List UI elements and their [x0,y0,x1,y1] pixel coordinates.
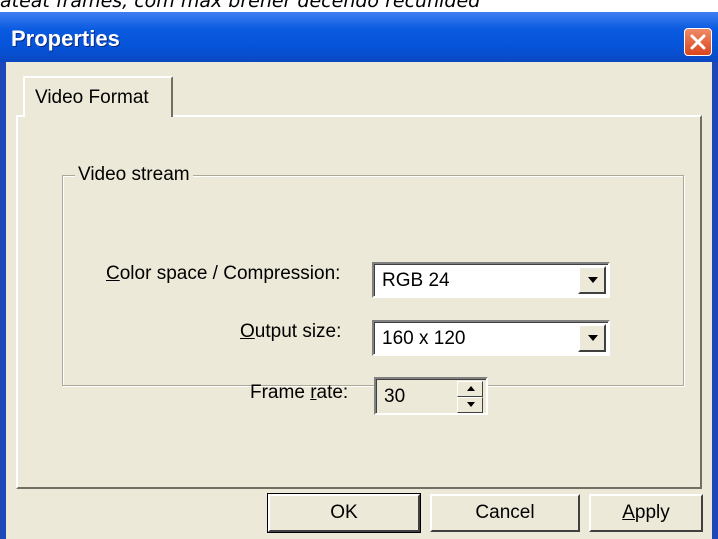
output-size-value: 160 x 120 [382,328,466,349]
frame-rate-up-button[interactable] [457,381,483,397]
output-size-label: Output size: [240,321,342,342]
frame-rate-label: Frame rate: [250,382,349,403]
arrow-up-icon [467,386,475,391]
apply-label-text: pply [634,502,670,523]
frame-rate-value: 30 [384,386,406,407]
compression-dropdown-button[interactable] [578,266,606,294]
ok-button[interactable]: OK [267,493,421,533]
close-button[interactable] [684,28,712,56]
tab-panel: Video stream Color space / Compression: … [16,115,702,489]
chevron-down-icon [588,277,598,283]
compression-value: RGB 24 [382,270,450,291]
output-size-dropdown-button[interactable] [578,324,606,352]
frame-rate-spinner[interactable]: 30 [374,377,488,415]
compression-select[interactable]: RGB 24 [372,262,610,298]
output-size-select[interactable]: 160 x 120 [372,320,610,356]
compression-label-text: olor space / Compression: [119,263,341,284]
background-document-text: ateat frames, com max brener decendo rec… [0,0,481,11]
tab-label: Video Format [35,87,149,108]
frame-rate-down-button[interactable] [457,397,483,413]
chevron-down-icon [588,335,598,341]
output-size-label-text: utput size: [254,321,342,342]
compression-label: Color space / Compression: [106,263,341,284]
apply-button[interactable]: Apply [589,494,703,532]
close-icon [690,34,706,50]
cancel-button[interactable]: Cancel [430,494,580,532]
arrow-down-icon [467,402,475,407]
dialog-client-area: Video Format Video stream Color space / … [6,62,712,539]
group-title: Video stream [75,164,193,186]
title-bar[interactable]: Properties [0,12,718,62]
properties-dialog: Properties Video Format Video stream Col… [0,12,718,539]
tab-video-format[interactable]: Video Format [23,76,173,117]
window-title: Properties [11,26,120,51]
